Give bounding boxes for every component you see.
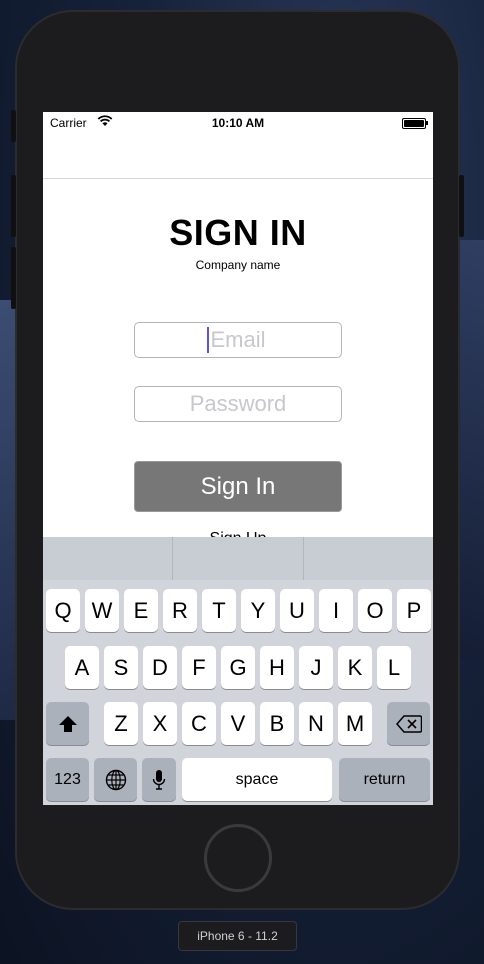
key-k[interactable]: K <box>338 646 372 689</box>
keyboard: Q W E R T Y U I O P A S D F G H J K L Z … <box>43 537 433 805</box>
key-f[interactable]: F <box>182 646 216 689</box>
password-field[interactable] <box>134 386 342 422</box>
navigation-bar <box>43 134 433 179</box>
key-v[interactable]: V <box>221 702 255 745</box>
key-t[interactable]: T <box>202 589 236 632</box>
key-p[interactable]: P <box>397 589 431 632</box>
shift-key[interactable] <box>46 702 89 745</box>
key-g[interactable]: G <box>221 646 255 689</box>
battery-icon <box>402 118 428 129</box>
key-x[interactable]: X <box>143 702 177 745</box>
numbers-key[interactable]: 123 <box>46 758 89 801</box>
suggestion-divider <box>303 537 304 580</box>
key-w[interactable]: W <box>85 589 119 632</box>
power-button <box>459 175 464 237</box>
company-name: Company name <box>195 258 281 272</box>
text-cursor <box>207 327 209 353</box>
key-d[interactable]: D <box>143 646 177 689</box>
space-key[interactable]: space <box>182 758 332 801</box>
key-h[interactable]: H <box>260 646 294 689</box>
suggestion-divider <box>172 537 173 580</box>
key-a[interactable]: A <box>65 646 99 689</box>
key-y[interactable]: Y <box>241 589 275 632</box>
key-o[interactable]: O <box>358 589 392 632</box>
simulator-device-label: iPhone 6 - 11.2 <box>178 921 297 951</box>
suggestion-bar <box>43 537 433 580</box>
sign-in-button[interactable]: Sign In <box>134 461 342 512</box>
email-field[interactable] <box>134 322 342 358</box>
home-button[interactable] <box>204 824 272 892</box>
simulator-label-text: iPhone 6 - 11.2 <box>197 929 278 943</box>
return-key[interactable]: return <box>339 758 430 801</box>
globe-key[interactable] <box>94 758 137 801</box>
shift-icon <box>58 715 77 732</box>
key-u[interactable]: U <box>280 589 314 632</box>
key-m[interactable]: M <box>338 702 372 745</box>
delete-key[interactable] <box>387 702 430 745</box>
status-time: 10:10 AM <box>211 116 265 130</box>
key-c[interactable]: C <box>182 702 216 745</box>
key-e[interactable]: E <box>124 589 158 632</box>
backspace-icon <box>395 714 422 733</box>
key-s[interactable]: S <box>104 646 138 689</box>
key-r[interactable]: R <box>163 589 197 632</box>
dictation-key[interactable] <box>142 758 176 801</box>
status-bar: Carrier 10:10 AM <box>43 112 433 134</box>
key-q[interactable]: Q <box>46 589 80 632</box>
key-j[interactable]: J <box>299 646 333 689</box>
key-n[interactable]: N <box>299 702 333 745</box>
key-z[interactable]: Z <box>104 702 138 745</box>
key-i[interactable]: I <box>319 589 353 632</box>
key-b[interactable]: B <box>260 702 294 745</box>
microphone-icon <box>152 769 166 790</box>
page-title: SIGN IN <box>169 212 307 253</box>
globe-icon <box>105 769 126 790</box>
device-screen: Carrier 10:10 AM SIGN IN Company name Si… <box>43 112 433 805</box>
volume-up-button <box>11 175 16 237</box>
volume-down-button <box>11 247 16 309</box>
key-l[interactable]: L <box>377 646 411 689</box>
mute-switch <box>11 110 16 142</box>
